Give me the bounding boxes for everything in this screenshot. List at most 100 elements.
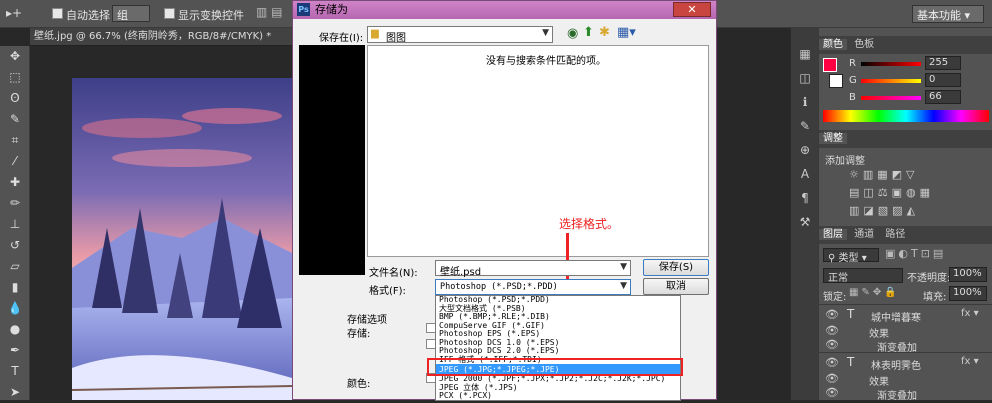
effect-eye-icon[interactable]: 👁 <box>825 338 839 351</box>
document-tab-title: 壁纸.jpg @ 66.7% (终南阴岭秀，RGB/8#/CMYK) * <box>34 31 272 42</box>
filename-input[interactable]: 壁纸.psd ▼ <box>435 260 631 278</box>
auto-select-checkbox[interactable] <box>52 8 63 19</box>
stamp-icon[interactable]: ⊥ <box>0 214 30 235</box>
g-value[interactable]: 0 <box>925 73 961 87</box>
brush-icon[interactable]: ✏ <box>0 193 30 214</box>
layer-kind-filter[interactable]: ⚲ 类型 ▾ <box>823 248 879 264</box>
dodge-icon[interactable]: ● <box>0 319 30 340</box>
format-dropdown[interactable]: Photoshop (*.PSD;*.PDD) ▼ <box>435 279 631 295</box>
save-in-dropdown[interactable]: ▆ 图图 ▼ <box>367 26 553 44</box>
tools-panel: ✥ ⬚ ʘ ✎ ⌗ ⁄ ✚ ✏ ⊥ ↺ ▱ ▮ 💧 ● ✒ T ➤ <box>0 46 30 400</box>
canvas-area <box>30 46 292 400</box>
foreground-color-swatch[interactable] <box>823 58 837 72</box>
format-option[interactable]: PCX (*.PCX) <box>436 391 680 400</box>
layer-name: 城中增暮寒 <box>871 313 921 324</box>
history-panel-icon[interactable]: ▦ <box>791 42 819 66</box>
eraser-icon[interactable]: ▱ <box>0 256 30 277</box>
healing-icon[interactable]: ✚ <box>0 172 30 193</box>
dialog-titlebar[interactable]: Ps 存储为 ✕ <box>293 1 716 19</box>
eyedropper-icon[interactable]: ⁄ <box>0 151 30 172</box>
adjustment-icons-row-2[interactable]: ▤◫⚖▣◍▦ <box>849 186 934 199</box>
tab-layers[interactable]: 图层 <box>819 229 847 240</box>
quick-select-icon[interactable]: ✎ <box>0 109 30 130</box>
properties-panel-icon[interactable]: ◫ <box>791 66 819 90</box>
r-value[interactable]: 255 <box>925 56 961 70</box>
layer-effects-label: 效果 <box>869 329 889 340</box>
fill-label: 填充: <box>923 292 947 303</box>
layer-row[interactable]: 👁 T 城中增暮寒 fx ▾ 👁 效果 👁 渐变叠加 <box>819 304 992 354</box>
blend-mode-value: 正常 <box>828 273 848 284</box>
chevron-down-icon: ▼ <box>542 28 549 38</box>
workspace-dropdown[interactable]: 基本功能 ▾ <box>912 5 984 23</box>
show-transform-checkbox[interactable] <box>164 8 175 19</box>
type-icon[interactable]: T <box>0 361 30 382</box>
brush-panel-icon[interactable]: ✎ <box>791 114 819 138</box>
layer-filter-icons[interactable]: ▣◐T⊡▤ <box>885 247 946 260</box>
auto-select-value: 组 <box>117 9 128 22</box>
blend-mode-dropdown[interactable]: 正常 <box>823 268 903 284</box>
text-layer-icon: T <box>847 355 855 369</box>
crop-icon[interactable]: ⌗ <box>0 130 30 151</box>
adjustment-icons-row-1[interactable]: ☼▥▦◩▽ <box>849 168 919 181</box>
opacity-label: 不透明度: <box>907 273 951 284</box>
tab-color[interactable]: 颜色 <box>819 39 847 50</box>
background-color-swatch[interactable] <box>829 74 843 88</box>
tool-presets-icon[interactable]: ⚒ <box>791 210 819 234</box>
gradient-icon[interactable]: ▮ <box>0 277 30 298</box>
layer-row[interactable]: 👁 T 林表明霁色 fx ▾ 👁 效果 👁 渐变叠加 <box>819 352 992 402</box>
format-label: 格式(F): <box>369 286 406 297</box>
paragraph-panel-icon[interactable]: ¶ <box>791 186 819 210</box>
color-panel-tabs: 颜色 色板 <box>819 36 992 54</box>
cancel-button[interactable]: 取消 <box>643 278 709 295</box>
history-brush-icon[interactable]: ↺ <box>0 235 30 256</box>
fx-icon[interactable]: fx ▾ <box>961 308 979 319</box>
effect-eye-icon[interactable]: 👁 <box>825 386 839 399</box>
color-spectrum-bar[interactable] <box>823 110 989 122</box>
fill-value[interactable]: 100% <box>949 286 987 301</box>
clone-source-icon[interactable]: ⊕ <box>791 138 819 162</box>
adjustment-icons-row-3[interactable]: ▥◪▧▨◭ <box>849 204 919 217</box>
r-slider[interactable] <box>861 62 921 66</box>
info-panel-icon[interactable]: ℹ <box>791 90 819 114</box>
close-button[interactable]: ✕ <box>673 2 711 17</box>
filename-label: 文件名(N): <box>369 268 418 279</box>
chevron-down-icon: ▼ <box>620 262 627 272</box>
photoshop-app-icon: Ps <box>297 3 310 16</box>
format-options-list[interactable]: Photoshop (*.PSD;*.PDD) 大型文档格式 (*.PSB) BMP… <box>435 295 681 401</box>
auto-select-dropdown[interactable]: 组 <box>112 5 150 22</box>
opacity-value[interactable]: 100% <box>949 267 987 282</box>
b-slider[interactable] <box>861 96 921 100</box>
tab-adjustments[interactable]: 调整 <box>819 133 847 144</box>
marquee-icon[interactable]: ⬚ <box>0 67 30 88</box>
blur-icon[interactable]: 💧 <box>0 298 30 319</box>
up-folder-icon[interactable]: ⬆ <box>583 25 594 40</box>
folder-icon: ▆ <box>371 28 379 39</box>
back-icon[interactable]: ◉ <box>567 26 578 41</box>
save-as-dialog: Ps 存储为 ✕ 保存在(I): ▆ 图图 ▼ ◉ ⬆ ✱ ▦▾ 没有与搜索条件… <box>292 0 717 401</box>
pen-icon[interactable]: ✒ <box>0 340 30 361</box>
character-panel-icon[interactable]: A <box>791 162 819 186</box>
move-tool-icon[interactable]: ▸+ <box>6 6 22 20</box>
new-folder-icon[interactable]: ✱ <box>599 25 610 40</box>
tab-channels[interactable]: 通道 <box>850 229 878 240</box>
b-value[interactable]: 66 <box>925 90 961 104</box>
winter-landscape-image[interactable] <box>72 78 292 400</box>
lasso-icon[interactable]: ʘ <box>0 88 30 109</box>
view-menu-icon[interactable]: ▦▾ <box>617 25 636 40</box>
effects-eye-icon[interactable]: 👁 <box>825 372 839 385</box>
save-button[interactable]: 保存(S) <box>643 259 709 276</box>
align-icon[interactable]: ▥ ▤ <box>256 5 283 19</box>
lock-icons[interactable]: ▦✎✥🔒 <box>849 287 900 298</box>
effects-eye-icon[interactable]: 👁 <box>825 324 839 337</box>
visibility-eye-icon[interactable]: 👁 <box>825 308 839 321</box>
tab-swatches[interactable]: 色板 <box>850 39 878 50</box>
layer-name: 林表明霁色 <box>871 361 921 372</box>
g-slider[interactable] <box>861 79 921 83</box>
move-icon[interactable]: ✥ <box>0 46 30 67</box>
visibility-eye-icon[interactable]: 👁 <box>825 356 839 369</box>
tab-paths[interactable]: 路径 <box>881 229 909 240</box>
document-tab[interactable]: 壁纸.jpg @ 66.7% (终南阴岭秀，RGB/8#/CMYK) * <box>30 28 292 46</box>
fx-icon[interactable]: fx ▾ <box>961 356 979 367</box>
places-bar[interactable] <box>299 45 365 275</box>
file-list[interactable]: 没有与搜索条件匹配的项。 <box>367 45 709 257</box>
